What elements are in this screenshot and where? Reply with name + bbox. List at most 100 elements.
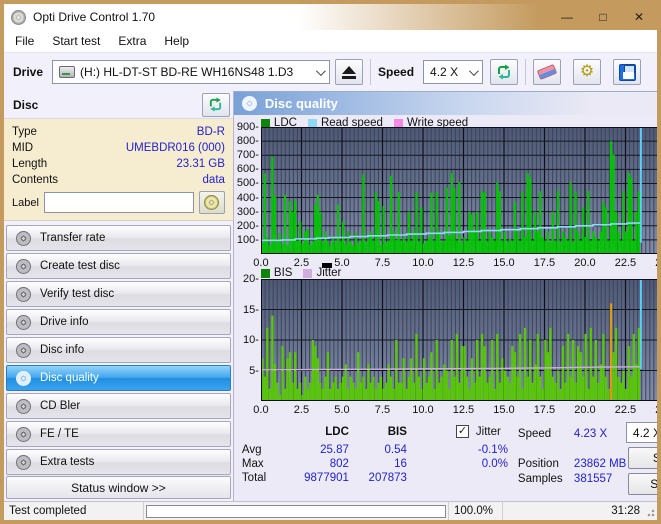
eject-button[interactable]	[335, 59, 363, 85]
x-tick-label: 25.0	[649, 404, 657, 416]
progress-cell	[144, 502, 449, 520]
refresh-icon	[496, 64, 512, 80]
sidebar-item-disc-quality[interactable]: Disc quality	[6, 365, 231, 391]
x-tick-label: 7.5	[365, 404, 399, 416]
status-window-button[interactable]: Status window >>	[6, 476, 231, 499]
x-tick-label: 17.5	[527, 257, 561, 269]
bis-chart	[261, 279, 657, 401]
refresh-icon	[208, 97, 223, 112]
disc-icon	[16, 287, 31, 302]
info-value: data	[203, 174, 225, 186]
elapsed-time: 31:28	[611, 505, 640, 517]
x-tick-label: 15.0	[487, 404, 521, 416]
x-tick-label: 7.5	[365, 257, 399, 269]
maximize-button[interactable]: □	[585, 4, 621, 30]
status-bar: Test completed 100.0% 31:28	[4, 501, 657, 520]
speed-select-value: 4.2 X	[430, 65, 458, 79]
y-tick-label: 20	[234, 273, 259, 285]
sidebar-item-label: Extra tests	[40, 456, 94, 468]
erase-disc-button[interactable]	[533, 59, 561, 85]
test-speed-value: 4.2 X	[633, 426, 657, 440]
menu-item-start-test[interactable]: Start test	[43, 30, 109, 52]
sidebar-item-label: Transfer rate	[40, 232, 105, 244]
x-tick-label: 0.0	[244, 404, 278, 416]
window-controls: — □ ✕	[549, 4, 657, 30]
label-input[interactable]	[44, 192, 194, 213]
x-tick-label: 22.5	[608, 257, 642, 269]
avg-ldc-value: 25.87	[294, 444, 349, 456]
progress-bar	[146, 505, 446, 518]
sidebar-item-fe-te[interactable]: FE / TE	[6, 421, 231, 447]
sidebar: Disc TypeBD-RMIDUMEBDR016 (000)Length23.…	[4, 91, 234, 501]
disc-icon	[242, 96, 257, 111]
x-tick-label: 15.0	[487, 257, 521, 269]
max-ldc-value: 802	[294, 458, 349, 470]
samples-stat-label: Samples	[518, 473, 563, 485]
toolbar-divider	[370, 59, 371, 85]
save-button[interactable]	[613, 59, 641, 85]
info-label: MID	[12, 142, 33, 154]
menu-item-help[interactable]: Help	[155, 30, 198, 52]
label-row: Label	[12, 191, 225, 214]
disc-panel-header: Disc	[4, 91, 233, 119]
sidebar-nav: Transfer rate Create test discVerify test…	[4, 221, 233, 475]
y-tick-label: 10	[234, 334, 259, 346]
sidebar-item-transfer-rate[interactable]: Transfer rate	[6, 225, 231, 251]
minimize-button[interactable]: —	[549, 4, 585, 30]
y-tick-label: 5	[234, 365, 259, 377]
disc-label-button[interactable]	[199, 191, 225, 214]
progress-percent: 100.0%	[449, 502, 503, 520]
app-icon	[11, 10, 26, 25]
test-speed-select[interactable]: 4.2 X	[626, 422, 657, 443]
start-part-button[interactable]: Start part	[628, 473, 657, 495]
sidebar-item-cd-bler[interactable]: CD Bler	[6, 393, 231, 419]
app-window: Opti Drive Control 1.70 — □ ✕ FileStart …	[0, 0, 661, 524]
x-tick-label: 5.0	[325, 404, 359, 416]
x-tick-label: 22.5	[608, 404, 642, 416]
y-tick-label: 100	[234, 234, 259, 246]
menu-item-file[interactable]: File	[6, 30, 43, 52]
info-label: Type	[12, 126, 37, 138]
sidebar-item-verify-test-disc[interactable]: Verify test disc	[6, 281, 231, 307]
menu-bar: FileStart testExtraHelp	[4, 30, 657, 53]
x-tick-label: 17.5	[527, 404, 561, 416]
x-tick-label: 10.0	[406, 404, 440, 416]
close-button[interactable]: ✕	[621, 4, 657, 30]
y-tick-label: 400	[234, 192, 259, 204]
info-value: BD-R	[197, 126, 225, 138]
start-full-button[interactable]: Start full	[628, 447, 657, 469]
y-tick-label: 800	[234, 135, 259, 147]
jitter-checkbox[interactable]: ✓	[456, 425, 469, 438]
jitter-checkbox-label: Jitter	[476, 426, 501, 438]
y-tick-label: 600	[234, 163, 259, 175]
disc-icon	[16, 259, 31, 274]
info-value: UMEBDR016 (000)	[126, 142, 225, 154]
sidebar-item-create-test-disc[interactable]: Create test disc	[6, 253, 231, 279]
total-row-label: Total	[242, 472, 266, 484]
sidebar-item-extra-tests[interactable]: Extra tests	[6, 449, 231, 475]
legend-label: Jitter	[316, 267, 341, 279]
sidebar-item-drive-info[interactable]: Drive info	[6, 309, 231, 335]
sidebar-item-label: Disc quality	[40, 372, 99, 384]
sidebar-item-label: FE / TE	[40, 428, 79, 440]
legend-item-jitter: Jitter	[303, 267, 341, 279]
drive-select[interactable]: (H:) HL-DT-ST BD-RE WH16NS48 1.D3	[52, 60, 330, 84]
info-value: 23.31 GB	[176, 158, 225, 170]
max-bis-value: 16	[352, 458, 407, 470]
y-tick-label: 500	[234, 177, 259, 189]
speed-select[interactable]: 4.2 X	[423, 60, 483, 84]
resize-grip[interactable]	[646, 509, 655, 518]
x-tick-label: 2.5	[284, 404, 318, 416]
bis-column-header: BIS	[352, 426, 407, 438]
chevron-down-icon	[469, 66, 479, 76]
label-field-caption: Label	[12, 197, 39, 209]
settings-button[interactable]: ⚙	[573, 59, 601, 85]
ldc-column-header: LDC	[294, 426, 349, 438]
refresh-button[interactable]	[490, 59, 518, 85]
cd-icon	[204, 195, 219, 210]
sidebar-item-disc-info[interactable]: Disc info	[6, 337, 231, 363]
info-label: Contents	[12, 174, 58, 186]
disc-refresh-button[interactable]	[202, 93, 230, 117]
sidebar-item-label: CD Bler	[40, 400, 80, 412]
menu-item-extra[interactable]: Extra	[109, 30, 155, 52]
